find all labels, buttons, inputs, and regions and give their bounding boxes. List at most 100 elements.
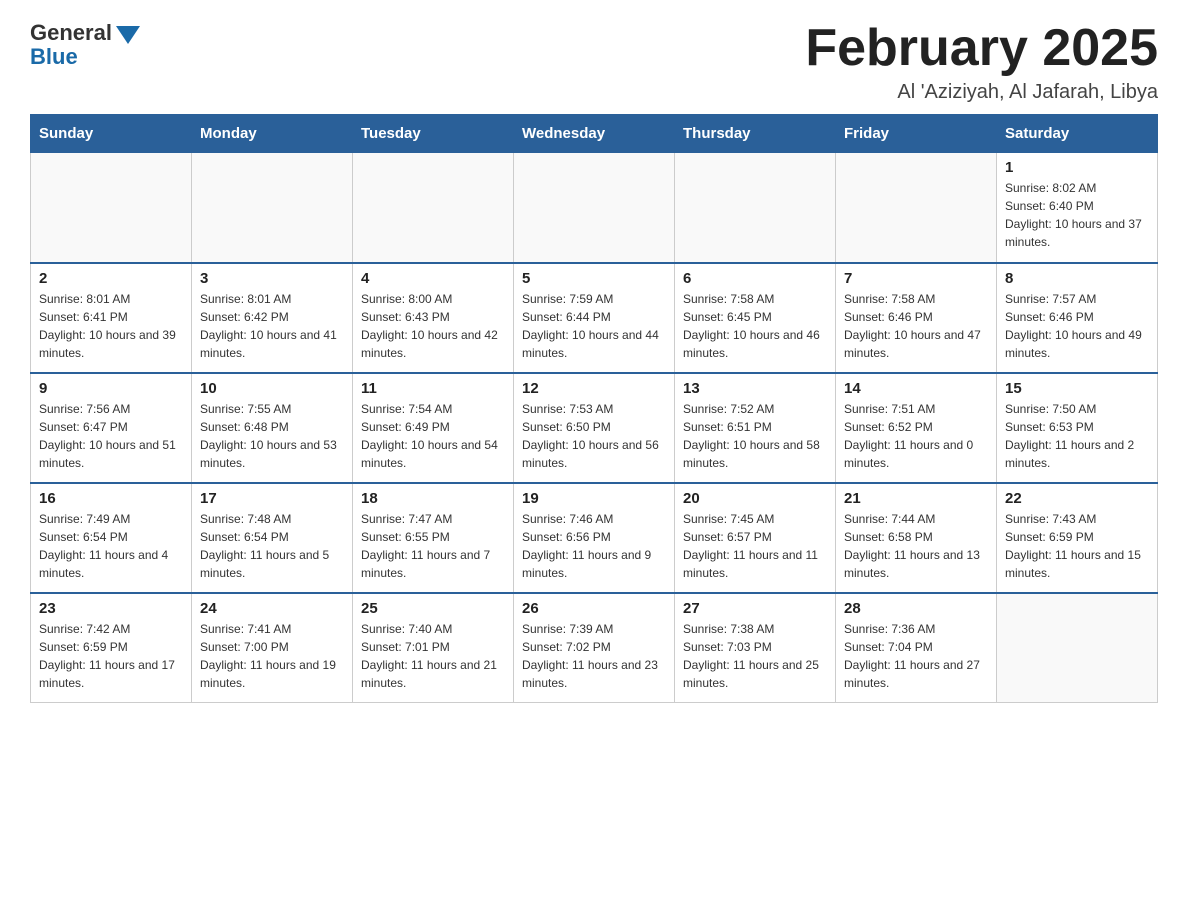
calendar-cell xyxy=(31,153,192,263)
calendar-cell: 10Sunrise: 7:55 AMSunset: 6:48 PMDayligh… xyxy=(192,373,353,483)
col-sunday: Sunday xyxy=(31,115,192,153)
calendar-cell: 26 Sunrise: 7:39 AMSunset: 7:02 PMDayligh… xyxy=(514,593,675,703)
day-number: 22 xyxy=(1005,490,1149,507)
day-info: Sunrise: 7:39 AMSunset: 7:02 PMDaylight:… xyxy=(522,620,666,692)
calendar-cell: 12 Sunrise: 7:53 AMSunset: 6:50 PMDayligh… xyxy=(514,373,675,483)
calendar-week-row: 2 Sunrise: 8:01 AMSunset: 6:41 PMDaylight… xyxy=(31,263,1158,373)
calendar-cell: 22 Sunrise: 7:43 AMSunset: 6:59 PMDayligh… xyxy=(997,483,1158,593)
day-number: 2 xyxy=(39,270,183,287)
day-number: 21 xyxy=(844,490,988,507)
calendar-cell: 25Sunrise: 7:40 AMSunset: 7:01 PMDayligh… xyxy=(353,593,514,703)
day-info: Sunrise: 8:01 AMSunset: 6:41 PMDaylight:… xyxy=(39,290,183,362)
day-number: 6 xyxy=(683,270,827,287)
day-info: Sunrise: 7:36 AMSunset: 7:04 PMDaylight:… xyxy=(844,620,988,692)
day-number: 10 xyxy=(200,380,344,397)
col-friday: Friday xyxy=(836,115,997,153)
calendar-cell: 28 Sunrise: 7:36 AMSunset: 7:04 PMDayligh… xyxy=(836,593,997,703)
day-number: 9 xyxy=(39,380,183,397)
day-info: Sunrise: 7:40 AMSunset: 7:01 PMDaylight:… xyxy=(361,620,505,692)
logo-blue-text: Blue xyxy=(30,44,78,70)
day-number: 14 xyxy=(844,380,988,397)
day-info: Sunrise: 7:58 AMSunset: 6:46 PMDaylight:… xyxy=(844,290,988,362)
day-number: 26 xyxy=(522,600,666,617)
day-info: Sunrise: 8:02 AMSunset: 6:40 PMDaylight:… xyxy=(1005,179,1149,251)
calendar-cell: 4 Sunrise: 8:00 AMSunset: 6:43 PMDaylight… xyxy=(353,263,514,373)
calendar-week-row: 23 Sunrise: 7:42 AMSunset: 6:59 PMDayligh… xyxy=(31,593,1158,703)
col-saturday: Saturday xyxy=(997,115,1158,153)
calendar-cell: 1 Sunrise: 8:02 AMSunset: 6:40 PMDaylight… xyxy=(997,153,1158,263)
day-info: Sunrise: 7:43 AMSunset: 6:59 PMDaylight:… xyxy=(1005,510,1149,582)
calendar-week-row: 1 Sunrise: 8:02 AMSunset: 6:40 PMDaylight… xyxy=(31,153,1158,263)
day-number: 5 xyxy=(522,270,666,287)
col-monday: Monday xyxy=(192,115,353,153)
day-info: Sunrise: 7:38 AMSunset: 7:03 PMDaylight:… xyxy=(683,620,827,692)
day-number: 3 xyxy=(200,270,344,287)
calendar-cell: 8 Sunrise: 7:57 AMSunset: 6:46 PMDaylight… xyxy=(997,263,1158,373)
day-info: Sunrise: 7:56 AMSunset: 6:47 PMDaylight:… xyxy=(39,400,183,472)
calendar-cell: 17 Sunrise: 7:48 AMSunset: 6:54 PMDayligh… xyxy=(192,483,353,593)
day-number: 1 xyxy=(1005,159,1149,176)
day-info: Sunrise: 7:41 AMSunset: 7:00 PMDaylight:… xyxy=(200,620,344,692)
day-info: Sunrise: 8:00 AMSunset: 6:43 PMDaylight:… xyxy=(361,290,505,362)
calendar-cell: 14Sunrise: 7:51 AMSunset: 6:52 PMDayligh… xyxy=(836,373,997,483)
day-info: Sunrise: 7:48 AMSunset: 6:54 PMDaylight:… xyxy=(200,510,344,582)
calendar-body: 1 Sunrise: 8:02 AMSunset: 6:40 PMDaylight… xyxy=(31,153,1158,703)
calendar-subtitle: Al 'Aziziyah, Al Jafarah, Libya xyxy=(805,81,1158,104)
day-number: 18 xyxy=(361,490,505,507)
calendar-cell xyxy=(192,153,353,263)
day-number: 15 xyxy=(1005,380,1149,397)
calendar-cell: 18Sunrise: 7:47 AMSunset: 6:55 PMDayligh… xyxy=(353,483,514,593)
day-number: 23 xyxy=(39,600,183,617)
day-info: Sunrise: 7:54 AMSunset: 6:49 PMDaylight:… xyxy=(361,400,505,472)
day-number: 17 xyxy=(200,490,344,507)
header-row: Sunday Monday Tuesday Wednesday Thursday… xyxy=(31,115,1158,153)
col-thursday: Thursday xyxy=(675,115,836,153)
day-number: 19 xyxy=(522,490,666,507)
calendar-cell: 19 Sunrise: 7:46 AMSunset: 6:56 PMDayligh… xyxy=(514,483,675,593)
day-info: Sunrise: 7:58 AMSunset: 6:45 PMDaylight:… xyxy=(683,290,827,362)
calendar-cell: 6 Sunrise: 7:58 AMSunset: 6:45 PMDaylight… xyxy=(675,263,836,373)
calendar-title: February 2025 xyxy=(805,20,1158,77)
calendar-cell: 24Sunrise: 7:41 AMSunset: 7:00 PMDayligh… xyxy=(192,593,353,703)
day-info: Sunrise: 7:53 AMSunset: 6:50 PMDaylight:… xyxy=(522,400,666,472)
calendar-week-row: 9 Sunrise: 7:56 AMSunset: 6:47 PMDaylight… xyxy=(31,373,1158,483)
day-info: Sunrise: 7:49 AMSunset: 6:54 PMDaylight:… xyxy=(39,510,183,582)
day-info: Sunrise: 7:42 AMSunset: 6:59 PMDaylight:… xyxy=(39,620,183,692)
calendar-cell: 21 Sunrise: 7:44 AMSunset: 6:58 PMDayligh… xyxy=(836,483,997,593)
calendar-cell: 20 Sunrise: 7:45 AMSunset: 6:57 PMDayligh… xyxy=(675,483,836,593)
day-number: 28 xyxy=(844,600,988,617)
calendar-week-row: 16Sunrise: 7:49 AMSunset: 6:54 PMDayligh… xyxy=(31,483,1158,593)
logo: General Blue xyxy=(30,20,140,70)
day-number: 13 xyxy=(683,380,827,397)
calendar-cell: 13Sunrise: 7:52 AMSunset: 6:51 PMDayligh… xyxy=(675,373,836,483)
day-info: Sunrise: 7:46 AMSunset: 6:56 PMDaylight:… xyxy=(522,510,666,582)
day-number: 20 xyxy=(683,490,827,507)
page-header: General Blue February 2025 Al 'Aziziyah,… xyxy=(30,20,1158,104)
calendar-cell xyxy=(836,153,997,263)
day-number: 8 xyxy=(1005,270,1149,287)
calendar-cell: 15Sunrise: 7:50 AMSunset: 6:53 PMDayligh… xyxy=(997,373,1158,483)
calendar-cell: 9 Sunrise: 7:56 AMSunset: 6:47 PMDaylight… xyxy=(31,373,192,483)
calendar-cell xyxy=(514,153,675,263)
calendar-cell: 27Sunrise: 7:38 AMSunset: 7:03 PMDayligh… xyxy=(675,593,836,703)
day-info: Sunrise: 7:44 AMSunset: 6:58 PMDaylight:… xyxy=(844,510,988,582)
calendar-cell: 23 Sunrise: 7:42 AMSunset: 6:59 PMDayligh… xyxy=(31,593,192,703)
calendar-table: Sunday Monday Tuesday Wednesday Thursday… xyxy=(30,114,1158,703)
calendar-cell xyxy=(997,593,1158,703)
col-tuesday: Tuesday xyxy=(353,115,514,153)
calendar-cell: 5Sunrise: 7:59 AMSunset: 6:44 PMDaylight… xyxy=(514,263,675,373)
day-number: 11 xyxy=(361,380,505,397)
calendar-cell: 3 Sunrise: 8:01 AMSunset: 6:42 PMDaylight… xyxy=(192,263,353,373)
day-info: Sunrise: 7:57 AMSunset: 6:46 PMDaylight:… xyxy=(1005,290,1149,362)
logo-general-text: General xyxy=(30,20,112,46)
calendar-cell xyxy=(353,153,514,263)
calendar-cell: 7 Sunrise: 7:58 AMSunset: 6:46 PMDaylight… xyxy=(836,263,997,373)
logo-arrow-icon xyxy=(116,26,140,44)
day-number: 12 xyxy=(522,380,666,397)
day-info: Sunrise: 8:01 AMSunset: 6:42 PMDaylight:… xyxy=(200,290,344,362)
calendar-cell xyxy=(675,153,836,263)
day-number: 4 xyxy=(361,270,505,287)
day-number: 7 xyxy=(844,270,988,287)
day-info: Sunrise: 7:45 AMSunset: 6:57 PMDaylight:… xyxy=(683,510,827,582)
calendar-cell: 11 Sunrise: 7:54 AMSunset: 6:49 PMDayligh… xyxy=(353,373,514,483)
